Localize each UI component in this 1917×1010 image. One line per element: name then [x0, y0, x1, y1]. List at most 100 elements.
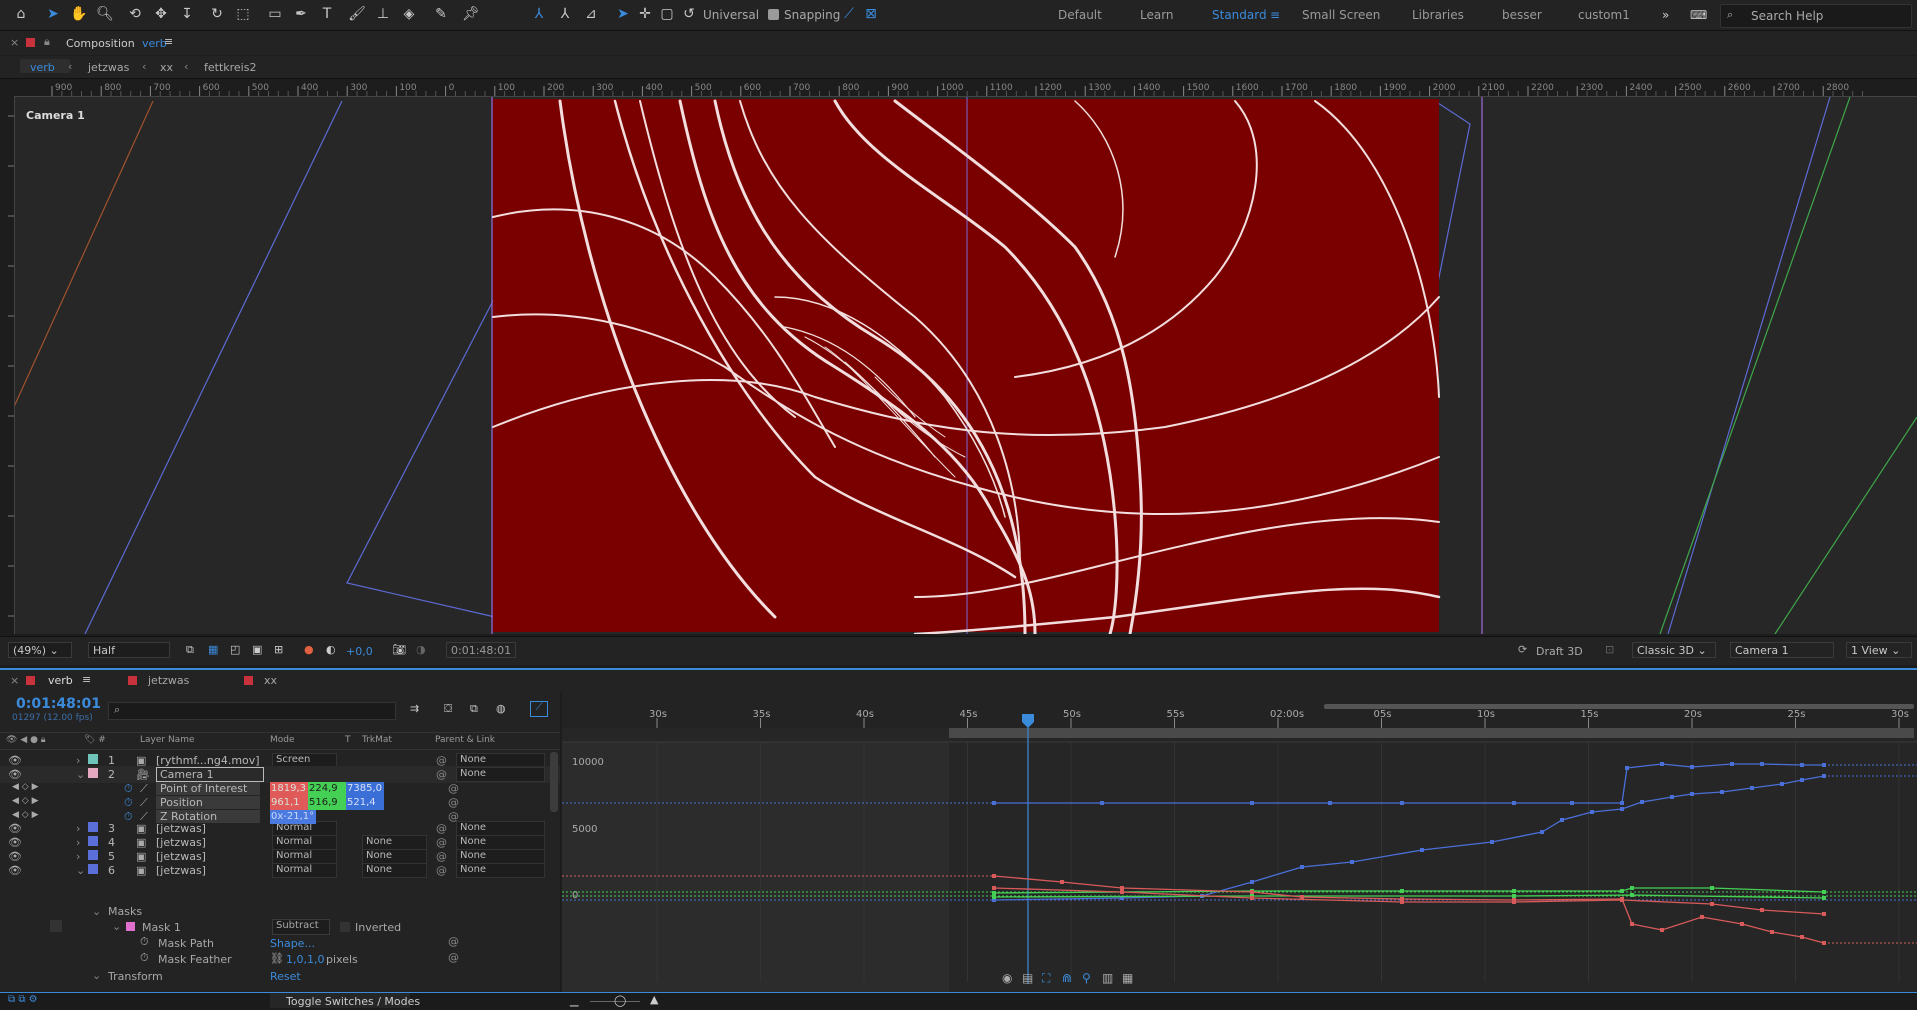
snap-features-icon[interactable]: ⊠ — [862, 5, 880, 23]
draft-3d-icon[interactable]: ⛋ — [444, 702, 452, 716]
view-layout-dropdown[interactable]: 1 View ⌄ — [1846, 642, 1912, 658]
move-gizmo-icon[interactable]: ✛ — [636, 5, 654, 23]
pen-tool-icon[interactable]: ✒ — [292, 5, 310, 23]
mask-feather-value[interactable]: 1,0,1,0 — [286, 953, 324, 966]
workspace-custom1[interactable]: custom1 — [1578, 8, 1630, 22]
show-snapshot-icon[interactable]: ◑ — [416, 643, 426, 656]
zoom-out-icon[interactable]: ▁ — [570, 994, 578, 1007]
shy-layers-icon[interactable]: ⧉ — [470, 702, 478, 716]
visibility-eye-icon[interactable]: 👁︎ — [8, 864, 22, 877]
camera-view-dropdown[interactable]: Camera 1 — [1730, 642, 1834, 658]
zoom-slider-thumb[interactable]: ◯ — [614, 994, 626, 1007]
layer-name[interactable]: [jetzwas] — [156, 864, 206, 877]
selection-tool-icon[interactable]: ➤ — [44, 5, 62, 23]
mask1-twirl-icon[interactable]: ⌄ — [112, 920, 121, 933]
tab-menu-icon[interactable]: ≡ — [82, 673, 91, 686]
breadcrumb-xx[interactable]: xx — [160, 61, 173, 74]
mask1-name[interactable]: Mask 1 — [142, 921, 181, 934]
label-color-swatch[interactable] — [88, 864, 98, 874]
draft-3d-toggle[interactable]: Draft 3D — [1536, 645, 1583, 658]
breadcrumb-fettkreis2[interactable]: fettkreis2 — [204, 61, 256, 74]
tab-xx[interactable]: xx — [264, 674, 277, 687]
orbit-camera-icon[interactable]: ⟲ — [126, 5, 144, 23]
home-icon[interactable]: ⌂ — [12, 5, 30, 23]
transform-reset[interactable]: Reset — [270, 970, 301, 983]
fast-previews-icon[interactable]: ⧉ — [186, 643, 194, 657]
world-axis-icon[interactable]: ⅄ — [556, 5, 574, 23]
snap-edges-icon[interactable]: ⟋ — [840, 5, 858, 23]
panel-menu-icon[interactable]: ≡ — [164, 35, 173, 48]
magnification-dropdown[interactable]: (49%) ⌄ — [8, 642, 72, 658]
tab-jetzwas[interactable]: jetzwas — [148, 674, 189, 687]
transform-select-icon[interactable]: ➤ — [614, 5, 632, 23]
frame-blending-icon[interactable]: ◍ — [496, 702, 506, 715]
transparency-grid-icon[interactable]: ▦ — [208, 643, 218, 656]
masks-twirl-icon[interactable]: ⌄ — [92, 905, 101, 918]
pan-camera-icon[interactable]: ✥ — [152, 5, 170, 23]
property-value[interactable]: 0x-21,1° — [270, 810, 316, 824]
clone-stamp-icon[interactable]: ⊥ — [374, 5, 392, 23]
color-channels-icon[interactable]: ● — [304, 643, 314, 656]
stopwatch-icon[interactable]: ⏱︎ — [140, 935, 149, 949]
label-color-swatch[interactable] — [88, 850, 98, 860]
roto-brush-icon[interactable]: ✎ — [432, 5, 450, 23]
mask-path-value[interactable]: Shape... — [270, 937, 315, 950]
zoom-tool-icon[interactable]: 🔍︎ — [96, 5, 114, 23]
breadcrumb-verb[interactable]: verb — [30, 61, 55, 74]
snapping-checkbox[interactable] — [768, 9, 779, 20]
rotation-tool-icon[interactable]: ↻ — [208, 5, 226, 23]
tab-verb[interactable]: verb — [48, 674, 73, 687]
graph-toolbar-icon[interactable]: ⋒ — [1062, 971, 1072, 985]
property-row[interactable]: ◀ ◇ ▶ ⏱︎ ⟋ Z Rotation 0x-21,1° @ — [0, 808, 560, 825]
search-help-field[interactable]: ⌕ Search Help — [1720, 4, 1912, 28]
close-panel-icon[interactable]: × — [10, 36, 19, 49]
zoom-in-icon[interactable]: ▲ — [650, 993, 658, 1006]
layer-name-header[interactable]: Layer Name — [140, 735, 195, 745]
pickwhip-icon[interactable]: @ — [448, 951, 459, 964]
graph-toggle-icon[interactable]: ⟋ — [140, 810, 148, 824]
dolly-camera-icon[interactable]: ↧ — [178, 5, 196, 23]
stopwatch-icon[interactable]: ⏱︎ — [124, 810, 133, 824]
puppet-pin-icon[interactable]: 📌︎ — [462, 5, 480, 23]
local-axis-icon[interactable]: ⅄ — [530, 5, 548, 23]
exposure-value[interactable]: +0,0 — [346, 645, 373, 658]
draft3d-icon[interactable]: ⟳ — [1518, 643, 1527, 656]
label-color-swatch[interactable] — [88, 754, 98, 764]
grid-guides-icon[interactable]: ⊞ — [274, 643, 283, 656]
region-of-interest-icon[interactable]: ▣ — [252, 643, 262, 656]
keyframe-navigator-icon[interactable]: ◀ ◇ ▶ — [12, 810, 39, 820]
pan-behind-icon[interactable]: ⬚ — [234, 5, 252, 23]
lock-icon[interactable]: 🔒︎ — [44, 35, 50, 49]
mask-color-swatch[interactable] — [126, 922, 135, 931]
stopwatch-icon[interactable]: ⏱︎ — [140, 951, 149, 965]
mask-mode-dropdown[interactable]: Subtract — [272, 919, 330, 935]
view-axis-icon[interactable]: ⊿ — [582, 5, 600, 23]
breadcrumb-jetzwas[interactable]: jetzwas — [88, 61, 129, 74]
constrain-link-icon[interactable]: ⛓︎ — [270, 952, 284, 965]
renderer-dropdown[interactable]: Classic 3D ⌄ — [1632, 642, 1716, 658]
layer-scrollbar[interactable] — [550, 752, 558, 812]
comp-flowchart-icon[interactable]: ⇉ — [410, 702, 419, 715]
trkmat-dropdown[interactable]: None — [362, 863, 427, 878]
graph-toolbar-icon[interactable]: ⛶ — [1041, 971, 1051, 985]
graph-toolbar-icon[interactable]: ▥ — [1102, 971, 1113, 985]
eraser-tool-icon[interactable]: ◈ — [400, 5, 418, 23]
toggle-switches-modes[interactable]: Toggle Switches / Modes — [286, 995, 420, 1008]
workspace-small-screen[interactable]: Small Screen — [1302, 8, 1380, 22]
type-tool-icon[interactable]: T — [318, 5, 336, 23]
layer-row[interactable]: 👁︎ ⌄ 6 ▣ [jetzwas] Normal None @ None — [0, 862, 560, 879]
graph-toolbar-icon[interactable]: ⚲ — [1082, 971, 1091, 985]
workspace-menu-icon[interactable]: ≡ — [1270, 8, 1280, 22]
keyboard-shortcut-icon[interactable]: ⌨ — [1690, 8, 1707, 22]
pickwhip-icon[interactable]: @ — [448, 810, 459, 823]
workspace-standard[interactable]: Standard — [1212, 8, 1267, 22]
mode-dropdown[interactable]: Normal — [272, 863, 337, 878]
workspace-learn[interactable]: Learn — [1140, 8, 1174, 22]
exposure-reset-icon[interactable]: ◐ — [326, 643, 336, 656]
label-color-swatch[interactable] — [88, 836, 98, 846]
mask-visibility-icon[interactable]: ◰ — [230, 643, 240, 656]
keyframe-navigator-icon[interactable]: ◀ ◇ ▶ — [12, 796, 39, 806]
rectangle-tool-icon[interactable]: ▭ — [266, 5, 284, 23]
hand-tool-icon[interactable]: ✋ — [70, 5, 88, 23]
parent-dropdown[interactable]: None — [456, 863, 545, 878]
